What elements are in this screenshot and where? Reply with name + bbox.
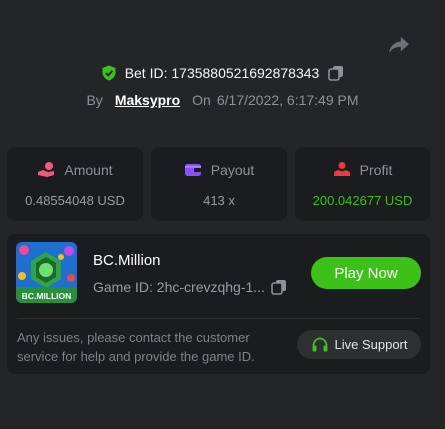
shield-check-icon [102, 65, 116, 81]
thumb-title: BC.MILLION [22, 291, 72, 301]
headset-icon [312, 337, 327, 351]
amount-label: Amount [64, 162, 113, 178]
on-label: On [192, 92, 211, 108]
profit-value: 200.042677 USD [312, 193, 413, 208]
game-id-text: Game ID: 2hc-crevzqhg-1... [93, 279, 265, 295]
wallet-icon [184, 164, 201, 176]
game-name: BC.Million [93, 252, 161, 269]
share-icon[interactable] [388, 35, 410, 55]
copy-icon[interactable] [328, 65, 344, 81]
support-note: Any issues, please contact the customer … [17, 330, 255, 364]
game-card: BC.MILLION BC.Million Game ID: 2hc-crevz… [7, 234, 430, 374]
profit-card: Profit 200.042677 USD [295, 147, 430, 221]
amount-value: 0.48554048 USD [25, 193, 125, 208]
game-id-row: Game ID: 2hc-crevzqhg-1... [93, 279, 287, 295]
copy-icon[interactable] [271, 279, 287, 295]
live-support-button[interactable]: Live Support [297, 330, 421, 359]
play-now-button[interactable]: Play Now [311, 257, 421, 289]
bet-id-text: Bet ID: 1735880521692878343 [124, 65, 320, 81]
bet-datetime: 6/17/2022, 6:17:49 PM [216, 92, 359, 108]
profit-hand-icon [333, 162, 350, 176]
username-link[interactable]: Maksypro [115, 92, 180, 108]
divider [17, 318, 420, 319]
live-support-label: Live Support [334, 337, 408, 352]
by-label: By [86, 92, 103, 108]
coin-hand-icon [38, 162, 55, 177]
payout-value: 413 x [203, 193, 235, 208]
bet-id-row: Bet ID: 1735880521692878343 [0, 65, 445, 81]
game-thumbnail[interactable]: BC.MILLION [16, 242, 77, 303]
payout-card: Payout 413 x [151, 147, 287, 221]
bet-author-row: By Maksypro On 6/17/2022, 6:17:49 PM [0, 92, 445, 108]
payout-label: Payout [210, 162, 255, 178]
profit-label: Profit [359, 162, 393, 178]
amount-card: Amount 0.48554048 USD [7, 147, 143, 221]
